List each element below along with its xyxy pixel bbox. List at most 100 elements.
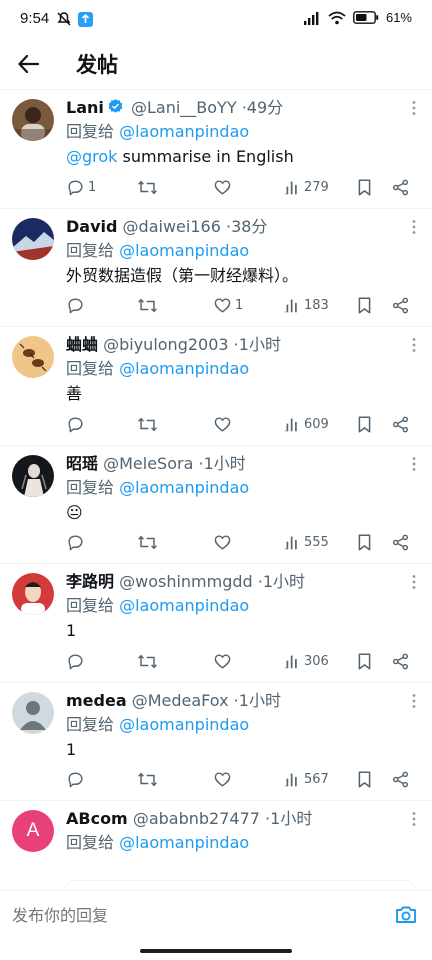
gesture-nav-handle[interactable] [140,949,292,953]
like-button[interactable]: 1 [213,295,243,317]
timestamp[interactable]: 1小时 [270,809,312,828]
display-name[interactable]: 昭瑶 [66,454,98,473]
body-text: 😐 [66,502,83,522]
views-button[interactable]: 567 [284,769,329,791]
more-options-button[interactable] [410,219,418,235]
timestamp[interactable]: 1小时 [239,335,281,354]
reply-to-mention[interactable]: @laomanpindao [119,359,249,378]
avatar[interactable] [12,336,54,378]
timestamp[interactable]: 38分 [231,217,267,236]
bookmark-button[interactable] [356,176,373,198]
user-handle[interactable]: @Lani__BoYY [131,98,237,117]
reply-button[interactable] [66,413,85,435]
bookmark-button[interactable] [356,769,373,791]
avatar[interactable] [12,573,54,615]
tweet[interactable]: Lani @Lani__BoYY ·49分 回复给 @laomanpindao … [0,90,432,209]
views-button[interactable]: 609 [284,413,329,435]
body-text: 善 [66,384,83,403]
more-options-button[interactable] [410,693,418,709]
share-button[interactable] [391,176,410,198]
retweet-button[interactable] [137,769,158,791]
views-button[interactable]: 555 [284,532,329,554]
avatar[interactable] [12,691,54,734]
reply-bar [0,890,432,938]
timestamp[interactable]: 1小时 [239,691,281,710]
timestamp[interactable]: 1小时 [204,454,246,473]
bookmark-button[interactable] [356,532,373,554]
signal-icon [303,11,319,25]
reply-to-mention[interactable]: @laomanpindao [119,833,249,852]
reply-icon [68,179,83,195]
tweet[interactable]: medea @MedeaFox ·1小时 回复给 @laomanpindao 1… [0,683,432,801]
avatar[interactable]: A [12,810,54,852]
reply-to-mention[interactable]: @laomanpindao [119,122,249,141]
views-icon [284,773,297,787]
display-name[interactable]: Lani [66,98,104,117]
more-options-button[interactable] [410,574,418,590]
reply-to-mention[interactable]: @laomanpindao [119,596,249,615]
display-name[interactable]: medea [66,691,127,710]
tweet[interactable]: 昭瑶 @MeleSora ·1小时 回复给 @laomanpindao 😐 55… [0,446,432,564]
reply-icon [68,772,83,788]
more-options-button[interactable] [410,811,418,827]
share-button[interactable] [391,532,410,554]
more-options-button[interactable] [410,100,418,116]
share-button[interactable] [391,413,410,435]
like-button[interactable] [213,769,232,791]
reply-button[interactable] [66,769,85,791]
share-button[interactable] [391,650,410,672]
more-options-button[interactable] [410,337,418,353]
reply-button[interactable] [66,650,85,672]
reply-button[interactable] [66,295,85,317]
share-button[interactable] [391,769,410,791]
user-handle[interactable]: @biyulong2003 [103,335,228,354]
user-handle[interactable]: @woshinmmgdd [119,572,253,591]
bookmark-button[interactable] [356,413,373,435]
camera-button[interactable] [394,903,418,927]
retweet-button[interactable] [137,650,158,672]
tweet[interactable]: 李路明 @woshinmmgdd ·1小时 回复给 @laomanpindao … [0,564,432,683]
reply-to-mention[interactable]: @laomanpindao [119,715,249,734]
more-options-button[interactable] [410,456,418,472]
tweet[interactable]: 蛐蛐 @biyulong2003 ·1小时 回复给 @laomanpindao … [0,327,432,446]
user-handle[interactable]: @daiwei166 [123,217,221,236]
share-button[interactable] [391,295,410,317]
display-name[interactable]: 蛐蛐 [66,335,98,354]
timestamp[interactable]: 1小时 [263,572,305,591]
bookmark-button[interactable] [356,295,373,317]
display-name[interactable]: ABcom [66,809,128,828]
retweet-button[interactable] [137,413,158,435]
views-button[interactable]: 183 [284,295,329,317]
retweet-button[interactable] [137,176,158,198]
reply-to-mention[interactable]: @laomanpindao [119,478,249,497]
reply-input[interactable] [12,903,372,927]
body-mention[interactable]: @grok [66,147,117,166]
display-name[interactable]: David [66,217,117,236]
views-button[interactable]: 279 [284,176,329,198]
like-button[interactable] [213,532,232,554]
tweet[interactable]: David @daiwei166 ·38分 回复给 @laomanpindao … [0,209,432,327]
avatar[interactable] [12,99,54,141]
like-button[interactable] [213,413,232,435]
back-button[interactable] [14,50,44,78]
like-button[interactable] [213,650,232,672]
reply-count: 1 [88,179,97,195]
like-button[interactable] [213,176,232,198]
avatar[interactable] [12,454,54,497]
avatar[interactable] [12,217,54,260]
reply-to-mention[interactable]: @laomanpindao [119,241,249,260]
user-handle[interactable]: @MeleSora [103,454,193,473]
reply-button[interactable] [66,532,85,554]
reply-button[interactable]: 1 [66,176,96,198]
retweet-button[interactable] [137,532,158,554]
retweet-button[interactable] [137,295,158,317]
user-handle[interactable]: @MedeaFox [132,691,229,710]
views-button[interactable]: 306 [284,650,329,672]
share-icon [392,534,409,551]
reply-to-line: 回复给 @laomanpindao [66,832,249,854]
timestamp[interactable]: 49分 [247,98,283,117]
user-handle[interactable]: @ababnb27477 [133,809,260,828]
more-vertical-icon [412,575,416,589]
bookmark-button[interactable] [356,650,373,672]
display-name[interactable]: 李路明 [66,572,114,591]
